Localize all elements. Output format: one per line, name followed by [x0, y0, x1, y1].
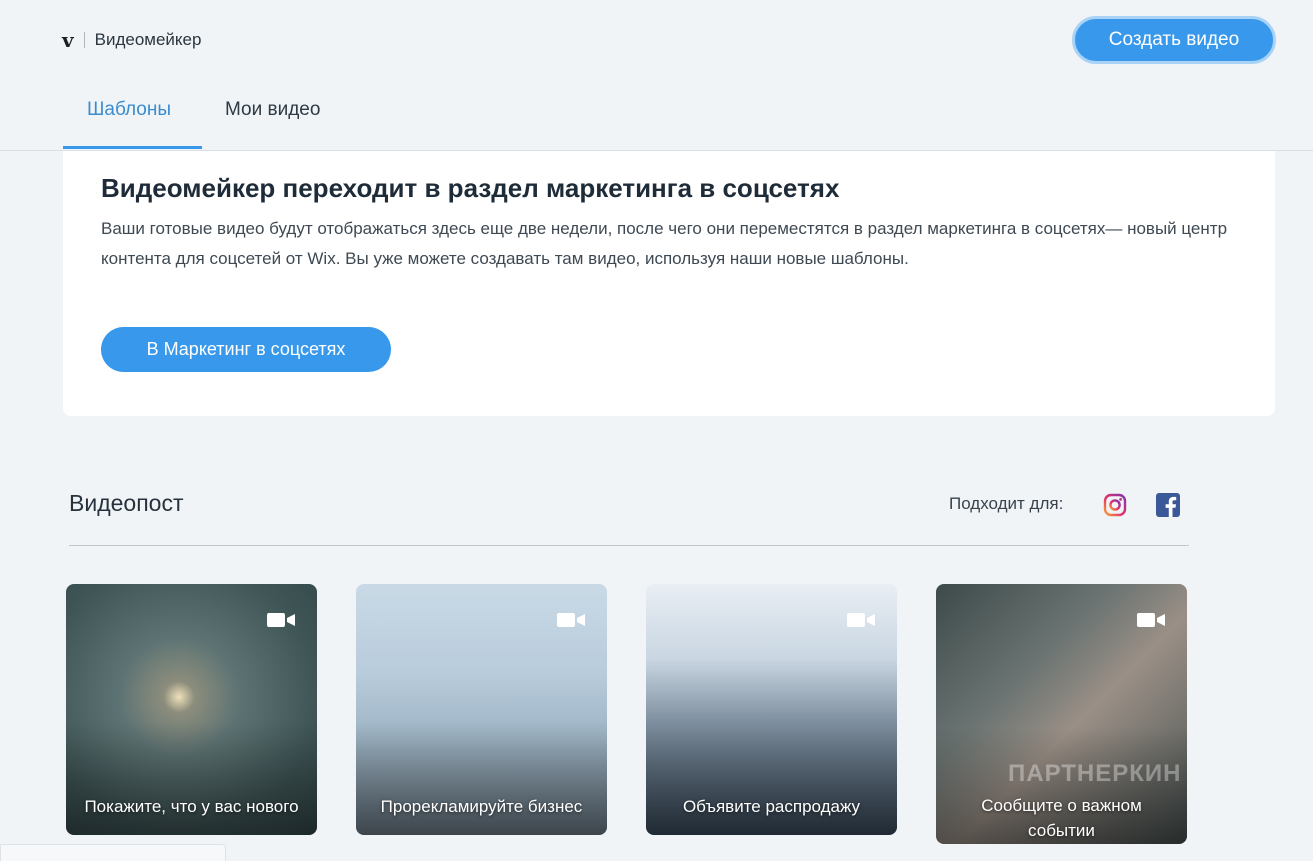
template-title: Объявите распродажу [682, 797, 861, 816]
facebook-icon[interactable] [1156, 493, 1180, 517]
video-camera-icon [267, 613, 295, 627]
template-card[interactable]: Объявите распродажу [646, 584, 897, 835]
migration-banner: Видеомейкер переходит в раздел маркетинг… [63, 151, 1275, 416]
fits-for-label: Подходит для: [949, 494, 1064, 513]
section-divider [69, 545, 1189, 546]
instagram-icon[interactable] [1103, 493, 1127, 517]
banner-text: Ваши готовые видео будут отображаться зд… [101, 219, 1228, 268]
tab-templates[interactable]: Шаблоны [87, 99, 171, 121]
video-camera-icon [847, 613, 875, 627]
section-title: Видеопост [69, 490, 184, 516]
brand-divider [83, 32, 85, 48]
template-card[interactable]: Прорекламируйте бизнес [356, 584, 607, 835]
create-video-button[interactable]: Создать видео [1072, 16, 1276, 64]
template-card[interactable]: Сообщите о важном событии [936, 584, 1187, 844]
go-to-social-marketing-button[interactable]: В Маркетинг в соцсетях [101, 327, 391, 372]
bottom-panel-edge [0, 844, 226, 861]
vimeo-logo-icon: v [62, 28, 74, 52]
app-name: Видеомейкер [94, 30, 202, 49]
tab-my-videos[interactable]: Мои видео [225, 99, 320, 121]
top-bar: v Видеомейкер Создать видео Шаблоны Мои … [0, 0, 1313, 151]
watermark: ПАРТНЕРКИН [1008, 760, 1182, 787]
template-card[interactable]: Покажите, что у вас нового [66, 584, 317, 835]
video-camera-icon [557, 613, 585, 627]
template-title: Сообщите о важном событии [981, 796, 1142, 840]
brand[interactable]: v Видеомейкер [62, 30, 201, 50]
video-camera-icon [1137, 613, 1165, 627]
template-title: Прорекламируйте бизнес [380, 797, 583, 816]
template-title: Покажите, что у вас нового [84, 797, 299, 816]
active-tab-indicator [63, 146, 202, 149]
banner-title: Видеомейкер переходит в раздел маркетинг… [101, 173, 840, 203]
